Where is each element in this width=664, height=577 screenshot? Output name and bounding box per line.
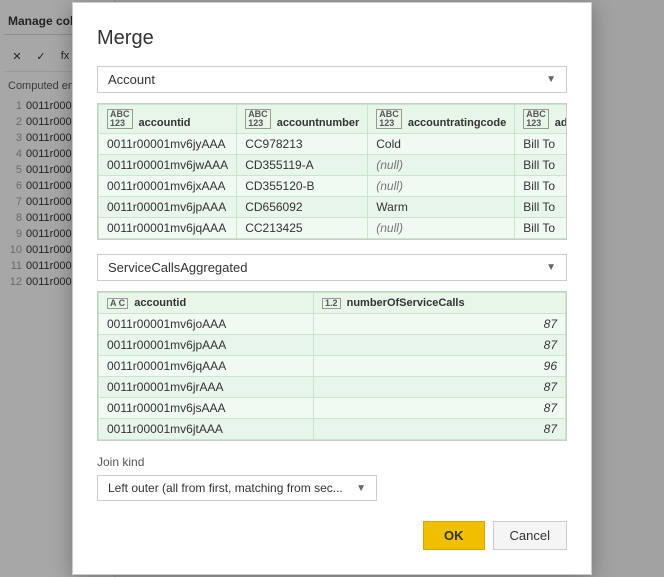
- second-table-dropdown[interactable]: ServiceCallsAggregated ▼: [97, 254, 567, 281]
- chevron-down-icon: ▼: [546, 74, 556, 85]
- table-row: 0011r00001mv6jpAAA87: [99, 335, 566, 356]
- table-cell: 0011r00001mv6jqAAA: [99, 356, 314, 377]
- table-cell: 87: [314, 377, 566, 398]
- table-cell: Cold: [368, 134, 515, 155]
- table-cell: 0011r00001mv6jrAAA: [99, 377, 314, 398]
- table-cell: Warm: [368, 197, 515, 218]
- table-cell: CC213425: [237, 218, 368, 239]
- table-row: 0011r00001mv6jqAAA96: [99, 356, 566, 377]
- table-row: 0011r00001mv6jwAAACD355119-A(null)Bill T…: [99, 155, 567, 176]
- cancel-button[interactable]: Cancel: [493, 521, 567, 550]
- table-cell: CC978213: [237, 134, 368, 155]
- table-row: 0011r00001mv6joAAA87: [99, 314, 566, 335]
- first-table: ABC 123 accountidABC 123 accountnumberAB…: [98, 104, 566, 239]
- table-cell: 0011r00001mv6joAAA: [99, 314, 314, 335]
- table-row: 0011r00001mv6jyAAACC978213ColdBill To: [99, 134, 567, 155]
- table1-col-header: ABC 123 accountnumber: [237, 105, 368, 134]
- table1-col-header: ABC 123 accountid: [99, 105, 237, 134]
- table-cell: 87: [314, 314, 566, 335]
- table-cell: Bill To: [515, 155, 566, 176]
- table1-col-header: ABC 123 address1_addr: [515, 105, 566, 134]
- table-cell: Bill To: [515, 218, 566, 239]
- first-table-scroll[interactable]: ABC 123 accountidABC 123 accountnumberAB…: [98, 104, 566, 239]
- table-row: 0011r00001mv6jpAAACD656092WarmBill To: [99, 197, 567, 218]
- first-table-dropdown[interactable]: Account ▼: [97, 66, 567, 93]
- dialog-title: Merge: [97, 27, 567, 50]
- table-row: 0011r00001mv6jrAAA87: [99, 377, 566, 398]
- second-table: A C accountid1.2 numberOfServiceCalls 00…: [98, 292, 566, 440]
- ok-button[interactable]: OK: [423, 521, 485, 550]
- second-dropdown-value: ServiceCallsAggregated: [108, 260, 247, 275]
- first-table-container: ABC 123 accountidABC 123 accountnumberAB…: [97, 103, 567, 240]
- chevron-down-icon-2: ▼: [546, 262, 556, 273]
- table-cell: Bill To: [515, 134, 566, 155]
- table-cell: (null): [368, 218, 515, 239]
- table-cell: 0011r00001mv6jyAAA: [99, 134, 237, 155]
- table-cell: (null): [368, 176, 515, 197]
- table-cell: 0011r00001mv6jxAAA: [99, 176, 237, 197]
- join-kind-dropdown[interactable]: Left outer (all from first, matching fro…: [97, 475, 377, 501]
- table2-col-header: A C accountid: [99, 293, 314, 314]
- table-cell: 96: [314, 356, 566, 377]
- table-cell: Bill To: [515, 176, 566, 197]
- chevron-down-icon-3: ▼: [356, 483, 366, 494]
- table-cell: Bill To: [515, 197, 566, 218]
- second-table-scroll[interactable]: A C accountid1.2 numberOfServiceCalls 00…: [98, 292, 566, 440]
- first-dropdown-value: Account: [108, 72, 155, 87]
- table-cell: 0011r00001mv6jpAAA: [99, 335, 314, 356]
- table-cell: 0011r00001mv6jqAAA: [99, 218, 237, 239]
- table2-col-header: 1.2 numberOfServiceCalls: [314, 293, 566, 314]
- dialog-overlay: Merge Account ▼ ABC 123 accountidABC 123…: [0, 0, 664, 577]
- table-cell: 87: [314, 419, 566, 440]
- join-kind-value: Left outer (all from first, matching fro…: [108, 481, 343, 495]
- table-row: 0011r00001mv6jqAAACC213425(null)Bill To: [99, 218, 567, 239]
- table-cell: 87: [314, 335, 566, 356]
- table-cell: CD656092: [237, 197, 368, 218]
- table-row: 0011r00001mv6jtAAA87: [99, 419, 566, 440]
- table-cell: 0011r00001mv6jtAAA: [99, 419, 314, 440]
- join-kind-label: Join kind: [97, 455, 567, 469]
- dialog-footer: OK Cancel: [97, 521, 567, 550]
- table-cell: CD355120-B: [237, 176, 368, 197]
- table-cell: 0011r00001mv6jpAAA: [99, 197, 237, 218]
- second-table-container: A C accountid1.2 numberOfServiceCalls 00…: [97, 291, 567, 441]
- table1-col-header: ABC 123 accountratingcode: [368, 105, 515, 134]
- table-cell: 87: [314, 398, 566, 419]
- merge-dialog: Merge Account ▼ ABC 123 accountidABC 123…: [72, 2, 592, 575]
- table-cell: 0011r00001mv6jwAAA: [99, 155, 237, 176]
- table-cell: CD355119-A: [237, 155, 368, 176]
- table-cell: (null): [368, 155, 515, 176]
- table-row: 0011r00001mv6jxAAACD355120-B(null)Bill T…: [99, 176, 567, 197]
- table-cell: 0011r00001mv6jsAAA: [99, 398, 314, 419]
- table-row: 0011r00001mv6jsAAA87: [99, 398, 566, 419]
